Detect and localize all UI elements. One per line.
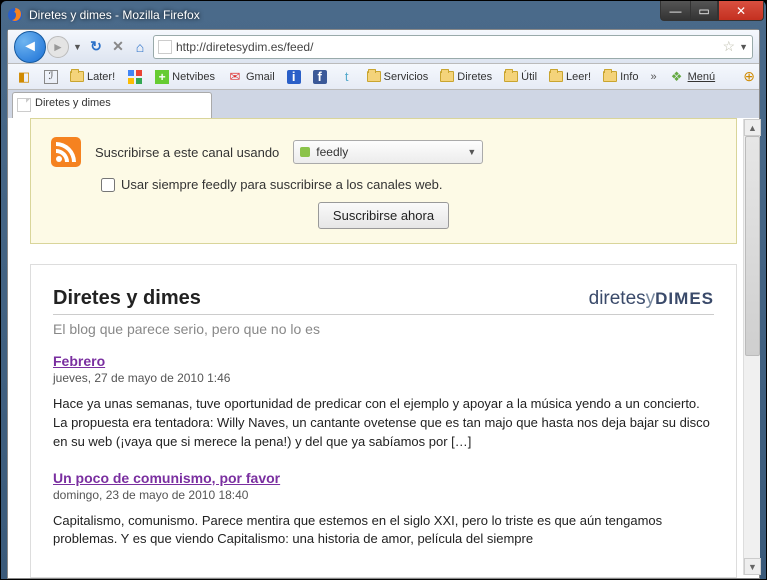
stop-button[interactable]: ✕ [109, 38, 127, 56]
chevron-down-icon: ▼ [467, 147, 476, 157]
back-button[interactable]: ◄ [14, 31, 46, 63]
firefox-icon [7, 7, 23, 23]
feed-title: Diretes y dimes [53, 287, 201, 310]
post-body: Capitalismo, comunismo. Parece mentira q… [53, 512, 714, 550]
feed-reader-select[interactable]: feedly ▼ [293, 140, 483, 164]
scroll-up-button[interactable]: ▲ [744, 119, 761, 136]
post-title-link[interactable]: Febrero [53, 353, 105, 369]
feed-tagline: El blog que parece serio, pero que no lo… [53, 321, 714, 337]
url-input[interactable] [176, 40, 719, 54]
post-date: domingo, 23 de mayo de 2010 18:40 [53, 488, 714, 502]
bookmarks-overflow[interactable]: » [646, 71, 660, 83]
post-title-link[interactable]: Un poco de comunismo, por favor [53, 470, 280, 486]
close-button[interactable]: ✕ [718, 1, 764, 21]
readability-button[interactable]: ℐ [40, 68, 62, 86]
bookmark-later[interactable]: Later! [66, 69, 119, 85]
feed-post: Un poco de comunismo, por favor domingo,… [53, 470, 714, 550]
reload-button[interactable]: ↻ [87, 38, 105, 56]
page-icon [158, 40, 172, 54]
bookmarks-toolbar: ◧ ℐ Later! +Netvibes ✉Gmail i f t Servic… [8, 64, 759, 90]
subscribe-box: Suscribirse a este canal usando feedly ▼… [30, 118, 737, 244]
tab-bar: Diretes y dimes [8, 90, 759, 118]
always-use-label: Usar siempre feedly para suscribirse a l… [121, 177, 443, 192]
scroll-thumb[interactable] [745, 136, 760, 356]
tab-page-icon [17, 98, 31, 112]
history-dropdown[interactable]: ▼ [73, 42, 83, 52]
post-body: Hace ya unas semanas, tuve oportunidad d… [53, 395, 714, 452]
scrollbar[interactable]: ▲ ▼ [743, 119, 760, 575]
page-content: Suscribirse a este canal usando feedly ▼… [8, 118, 759, 578]
subscribe-button[interactable]: Suscribirse ahora [318, 202, 449, 229]
feed-post: Febrero jueves, 27 de mayo de 2010 1:46 … [53, 353, 714, 452]
bookmark-servicios[interactable]: Servicios [363, 69, 433, 85]
bookmark-util[interactable]: Útil [500, 69, 541, 85]
site-logo: diretesyDIMES [589, 288, 714, 310]
nav-toolbar: ◄ ► ▼ ↻ ✕ ⌂ ☆ ▼ [8, 30, 759, 64]
bookmark-menu[interactable]: ❖Menú [665, 67, 720, 87]
window-title: Diretes y dimes - Mozilla Firefox [29, 8, 760, 22]
post-date: jueves, 27 de mayo de 2010 1:46 [53, 371, 714, 385]
tab-active[interactable]: Diretes y dimes [12, 92, 212, 118]
bookmark-twitter[interactable]: t [335, 67, 359, 87]
feed-reader-selected: feedly [316, 145, 348, 159]
tab-title: Diretes y dimes [35, 97, 111, 109]
feedly-icon [300, 147, 310, 157]
bookmark-diretes[interactable]: Diretes [436, 69, 496, 85]
sidebar-toggle[interactable]: ◧ [12, 67, 36, 87]
titlebar[interactable]: Diretes y dimes - Mozilla Firefox — ▭ ✕ [1, 1, 766, 29]
maximize-button[interactable]: ▭ [690, 1, 718, 21]
bookmark-leer[interactable]: Leer! [545, 69, 595, 85]
bookmark-gmail[interactable]: ✉Gmail [223, 67, 279, 87]
home-button[interactable]: ⌂ [131, 38, 149, 56]
url-bar[interactable]: ☆ ▼ [153, 35, 753, 59]
minimize-button[interactable]: — [660, 1, 690, 21]
scroll-down-button[interactable]: ▼ [744, 558, 761, 575]
always-use-checkbox[interactable] [101, 178, 115, 192]
add-bookmark-icon[interactable]: ⊕ [743, 68, 755, 85]
subscribe-label: Suscribirse a este canal usando [95, 145, 279, 160]
forward-button[interactable]: ► [47, 36, 69, 58]
bookmark-info-folder[interactable]: Info [599, 69, 642, 85]
bookmark-netvibes[interactable]: +Netvibes [151, 68, 219, 86]
feed-box: Diretes y dimes diretesyDIMES El blog qu… [30, 264, 737, 578]
bookmark-info[interactable]: i [283, 68, 305, 86]
bookmark-star-icon[interactable]: ☆ [723, 38, 736, 55]
url-dropdown[interactable]: ▼ [739, 42, 748, 52]
rss-icon [51, 137, 81, 167]
bookmark-facebook[interactable]: f [309, 68, 331, 86]
bookmark-google[interactable] [123, 67, 147, 87]
